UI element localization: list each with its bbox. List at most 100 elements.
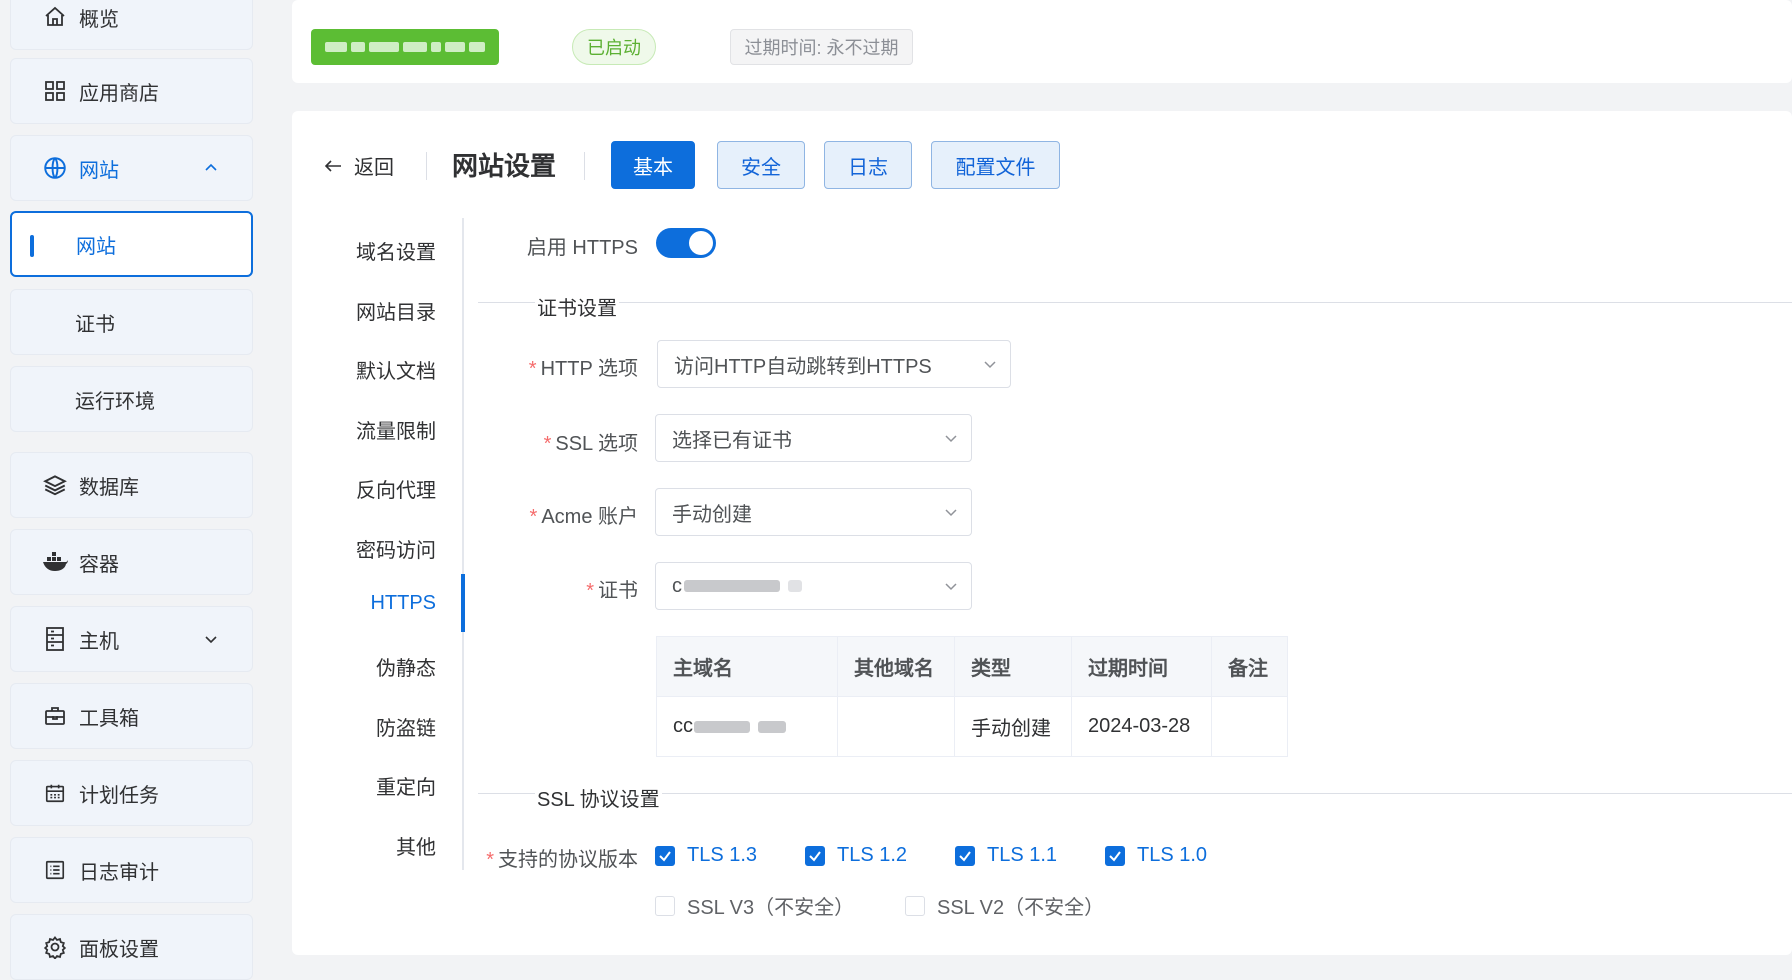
- back-button[interactable]: 返回: [324, 151, 394, 180]
- nav-hotlink-protection[interactable]: 防盗链: [376, 712, 436, 741]
- sidebar-subitem-label: 网站: [76, 235, 116, 258]
- checkbox-label: TLS 1.3: [687, 844, 758, 866]
- checkbox-tls13[interactable]: TLS 1.3: [655, 844, 757, 867]
- sidebar-item-host[interactable]: 主机: [10, 606, 253, 672]
- sidebar-item-label: 网站: [79, 159, 119, 182]
- chevron-down-icon: [931, 581, 971, 591]
- enable-https-label: 启用 HTTPS: [526, 237, 638, 259]
- calendar-icon: [41, 779, 69, 807]
- table-header-row: 主域名 其他域名 类型 过期时间 备注: [656, 636, 1288, 697]
- checkbox-sslv2[interactable]: SSL V2（不安全）: [905, 891, 1104, 920]
- column-header: 主域名: [656, 636, 838, 697]
- server-icon: [41, 625, 69, 653]
- nav-password-access[interactable]: 密码访问: [356, 534, 436, 563]
- nav-default-document[interactable]: 默认文档: [356, 355, 436, 384]
- layers-icon: [41, 471, 69, 499]
- enable-https-toggle[interactable]: [656, 228, 716, 258]
- nav-https[interactable]: HTTPS: [370, 592, 436, 615]
- protocols-label: * 支持的协议版本: [486, 849, 638, 871]
- table-row: cc 手动创建 2024-03-28: [656, 696, 1288, 757]
- website-name-badge: [311, 29, 499, 65]
- arrow-left-icon: [324, 159, 342, 173]
- nav-domain-settings[interactable]: 域名设置: [356, 236, 436, 265]
- sidebar-item-label: 计划任务: [79, 784, 159, 807]
- tab-basic[interactable]: 基本: [611, 141, 695, 189]
- sidebar-item-app-store[interactable]: 应用商店: [10, 58, 253, 124]
- checkbox-tls12[interactable]: TLS 1.2: [805, 844, 907, 867]
- sidebar-item-label: 数据库: [79, 476, 139, 499]
- checkbox-label: SSL V2（不安全）: [937, 897, 1105, 919]
- page-title: 网站设置: [452, 151, 557, 181]
- nav-rewrite[interactable]: 伪静态: [376, 652, 436, 681]
- cert-section-title: 证书设置: [535, 292, 619, 321]
- ssl-option-label: * SSL 选项: [543, 433, 638, 455]
- check-icon: [1105, 845, 1125, 866]
- status-badge: 已启动: [572, 29, 656, 65]
- website-status-card: [292, 0, 1792, 83]
- section-divider: [478, 793, 1792, 794]
- sidebar-item-label: 工具箱: [79, 707, 139, 730]
- sidebar-item-panel-settings[interactable]: 面板设置: [10, 914, 253, 980]
- sidebar-item-label: 容器: [79, 553, 119, 576]
- table-cell-expire: 2024-03-28: [1071, 696, 1212, 757]
- sidebar-item-website[interactable]: 网站: [10, 135, 253, 201]
- back-label: 返回: [354, 157, 394, 179]
- select-value: 选择已有证书: [672, 429, 792, 452]
- sidebar: 概览 应用商店 网站 网站 证书 运行环境 数据库 容器 主机 工具箱 计划任务: [0, 0, 258, 980]
- sidebar-subitem-website[interactable]: 网站: [10, 211, 253, 277]
- sidebar-item-container[interactable]: 容器: [10, 529, 253, 595]
- sidebar-subitem-certificate[interactable]: 证书: [10, 289, 253, 355]
- column-header: 类型: [954, 636, 1072, 697]
- checkbox-tls10[interactable]: TLS 1.0: [1105, 844, 1207, 867]
- table-cell-note: [1211, 696, 1288, 757]
- sidebar-subitem-label: 证书: [75, 313, 115, 336]
- grid-icon: [41, 77, 69, 105]
- sidebar-subitem-label: 运行环境: [75, 390, 155, 413]
- http-option-select[interactable]: 访问HTTP自动跳转到HTTPS: [657, 340, 1011, 388]
- chevron-down-icon: [931, 433, 971, 443]
- log-icon: [41, 856, 69, 884]
- sidebar-item-label: 概览: [79, 8, 119, 31]
- tab-config-file[interactable]: 配置文件: [931, 141, 1060, 189]
- check-icon: [955, 845, 975, 866]
- home-icon: [41, 3, 69, 31]
- tab-logs[interactable]: 日志: [824, 141, 912, 189]
- column-header: 过期时间: [1071, 636, 1212, 697]
- sidebar-item-overview[interactable]: 概览: [10, 0, 253, 50]
- checkbox-tls11[interactable]: TLS 1.1: [955, 844, 1057, 867]
- ssl-option-select[interactable]: 选择已有证书: [655, 414, 972, 462]
- nav-rate-limit[interactable]: 流量限制: [356, 415, 436, 444]
- sidebar-subitem-runtime[interactable]: 运行环境: [10, 366, 253, 432]
- acme-account-select[interactable]: 手动创建: [655, 488, 972, 536]
- chevron-down-icon: [931, 507, 971, 517]
- sidebar-item-label: 主机: [79, 630, 119, 653]
- nav-redirect[interactable]: 重定向: [376, 771, 436, 800]
- sidebar-item-label: 应用商店: [79, 82, 159, 105]
- tab-security[interactable]: 安全: [717, 141, 805, 189]
- certificate-table: 主域名 其他域名 类型 过期时间 备注 cc 手动创建 2024-03-28: [656, 636, 1288, 757]
- settings-card: [292, 111, 1792, 955]
- sidebar-item-cron[interactable]: 计划任务: [10, 760, 253, 826]
- checkbox-sslv3[interactable]: SSL V3（不安全）: [655, 891, 854, 920]
- sidebar-item-toolbox[interactable]: 工具箱: [10, 683, 253, 749]
- gear-icon: [41, 933, 69, 961]
- http-option-label: * HTTP 选项: [528, 358, 638, 380]
- certificate-select[interactable]: c: [655, 562, 972, 610]
- sidebar-item-label: 面板设置: [79, 938, 159, 961]
- checkbox-label: TLS 1.1: [987, 844, 1058, 866]
- sidebar-item-database[interactable]: 数据库: [10, 452, 253, 518]
- check-icon: [655, 845, 675, 866]
- active-indicator: [30, 235, 34, 257]
- toolbox-icon: [41, 702, 69, 730]
- section-divider: [478, 302, 1792, 303]
- ssl-protocol-section-title: SSL 协议设置: [535, 783, 662, 812]
- sidebar-item-log-audit[interactable]: 日志审计: [10, 837, 253, 903]
- sidebar-item-label: 日志审计: [79, 861, 159, 884]
- nav-other[interactable]: 其他: [396, 831, 436, 860]
- nav-site-directory[interactable]: 网站目录: [356, 296, 436, 325]
- nav-reverse-proxy[interactable]: 反向代理: [356, 474, 436, 503]
- select-value: c: [672, 575, 931, 598]
- chevron-down-icon: [200, 632, 222, 646]
- table-cell-other-domains: [837, 696, 955, 757]
- divider: [426, 152, 427, 180]
